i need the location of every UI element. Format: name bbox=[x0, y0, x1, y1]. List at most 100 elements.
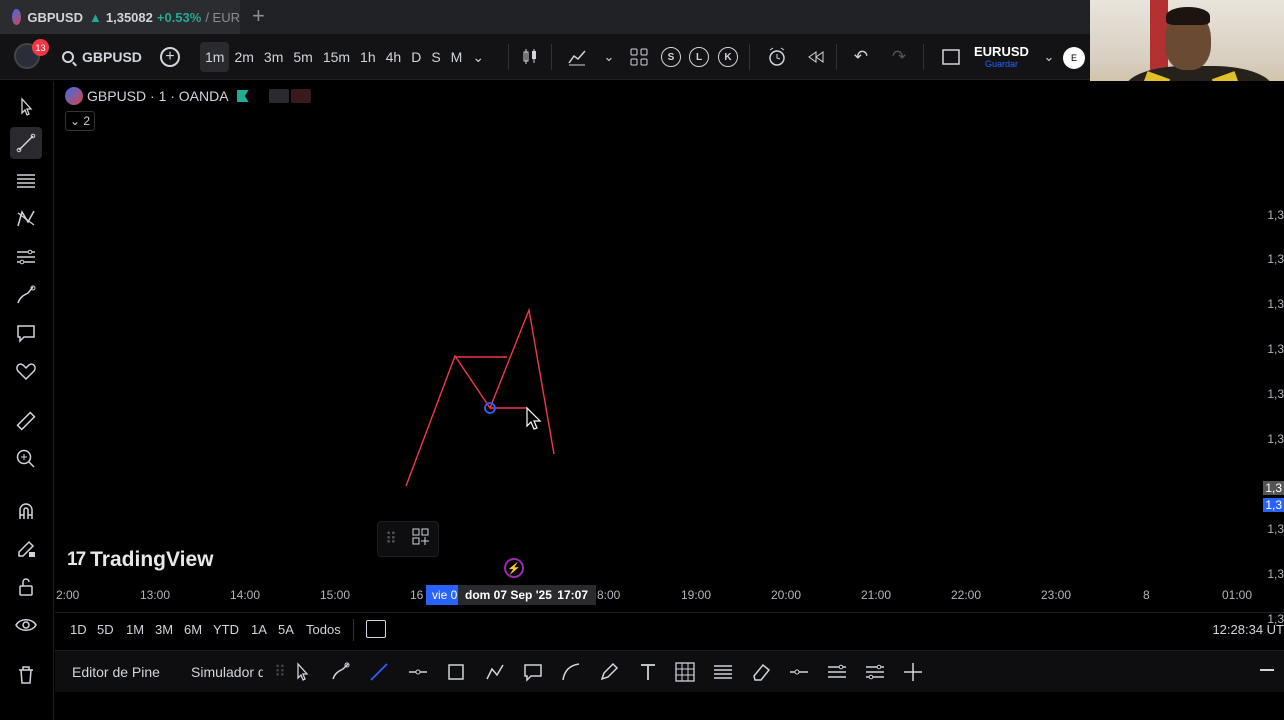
crosshair-icon[interactable] bbox=[900, 659, 926, 685]
path-icon[interactable] bbox=[482, 659, 508, 685]
wave-drawing[interactable] bbox=[405, 307, 555, 487]
range-1a[interactable]: 1A bbox=[251, 622, 267, 637]
indicators-icon[interactable] bbox=[562, 42, 592, 72]
drawing-layer[interactable] bbox=[55, 81, 1255, 611]
time-axis[interactable]: 2:00 13:00 14:00 15:00 16 8:00 19:00 20:… bbox=[55, 582, 1284, 608]
pen-icon[interactable] bbox=[596, 659, 622, 685]
range-all[interactable]: Todos bbox=[306, 622, 341, 637]
interval-d[interactable]: D bbox=[406, 42, 426, 72]
range-1m[interactable]: 1M bbox=[126, 622, 144, 637]
ruler-icon[interactable] bbox=[10, 405, 42, 437]
legend-title: GBPUSD · 1 · OANDA bbox=[87, 88, 229, 104]
replay-icon[interactable] bbox=[801, 42, 831, 72]
templates-icon[interactable] bbox=[624, 42, 654, 72]
chevron-down-icon[interactable]: ⌄ bbox=[594, 42, 624, 72]
undo-icon[interactable]: ↶ bbox=[846, 42, 876, 72]
tab-strategy-tester[interactable]: Simulador d bbox=[191, 664, 263, 680]
symbol-search-button[interactable]: GBPUSD bbox=[62, 42, 142, 72]
layout-name-button[interactable]: EURUSD Guardar bbox=[974, 44, 1029, 69]
arc-icon[interactable] bbox=[558, 659, 584, 685]
horizontal-line-icon[interactable] bbox=[405, 659, 431, 685]
button-l[interactable]: L bbox=[689, 47, 709, 67]
text-icon[interactable] bbox=[635, 659, 661, 685]
eraser-icon[interactable] bbox=[748, 659, 774, 685]
chevron-down-icon[interactable]: ⌄ bbox=[467, 42, 489, 72]
redo-icon[interactable]: ↷ bbox=[884, 42, 914, 72]
search-icon bbox=[62, 51, 74, 63]
symbol-label: GBPUSD bbox=[82, 49, 142, 65]
trash-icon[interactable] bbox=[10, 659, 42, 691]
time-tick: 8 bbox=[1143, 588, 1150, 602]
interval-2m[interactable]: 2m bbox=[229, 42, 258, 72]
fib-icon[interactable] bbox=[710, 659, 736, 685]
text-note-icon[interactable] bbox=[10, 317, 42, 349]
lightning-icon[interactable]: ⚡ bbox=[504, 558, 524, 578]
trendline-icon[interactable] bbox=[366, 659, 392, 685]
layout-icon[interactable] bbox=[936, 42, 966, 72]
drag-handle-icon[interactable]: ⠿ bbox=[385, 529, 397, 549]
time-crosshair-label: dom 07 Sep '25 17:07 bbox=[458, 585, 596, 605]
lock-icon[interactable] bbox=[10, 571, 42, 603]
price-tick: 1,3 bbox=[1267, 522, 1284, 536]
parallel-channel-icon[interactable] bbox=[824, 659, 850, 685]
price-scale[interactable]: 1,3 1,3 1,3 1,3 1,3 1,3 1,3 1,3 1,3 1,3 … bbox=[1254, 201, 1284, 641]
new-tab-button[interactable]: + bbox=[252, 5, 265, 27]
calendar-icon[interactable] bbox=[366, 620, 386, 638]
trendline-icon[interactable] bbox=[10, 127, 42, 159]
mouse-cursor-icon bbox=[526, 406, 542, 430]
range-5a[interactable]: 5A bbox=[278, 622, 294, 637]
eye-icon[interactable] bbox=[10, 609, 42, 641]
time-tick: 2:00 bbox=[56, 588, 80, 602]
legend-action-button[interactable] bbox=[290, 89, 311, 103]
layout-save-status: Guardar bbox=[984, 59, 1018, 69]
interval-s[interactable]: S bbox=[426, 42, 445, 72]
pattern-icon[interactable] bbox=[10, 203, 42, 235]
candles-icon[interactable] bbox=[515, 42, 545, 72]
horizontal-ray-icon[interactable] bbox=[786, 659, 812, 685]
button-k[interactable]: K bbox=[718, 47, 738, 67]
chart-legend[interactable]: GBPUSD · 1 · OANDA bbox=[65, 87, 311, 105]
cursor-icon[interactable] bbox=[289, 659, 315, 685]
compare-symbol-button[interactable]: + bbox=[160, 47, 180, 67]
add-tool-icon[interactable] bbox=[411, 527, 431, 552]
brush-icon[interactable] bbox=[10, 279, 42, 311]
magnet-icon[interactable] bbox=[10, 495, 42, 527]
chevron-down-icon[interactable]: ⌄ bbox=[1034, 42, 1064, 72]
interval-4h[interactable]: 4h bbox=[381, 42, 407, 72]
interval-m[interactable]: M bbox=[446, 42, 468, 72]
text-note-icon[interactable] bbox=[520, 659, 546, 685]
range-5d[interactable]: 5D bbox=[97, 622, 114, 637]
time-tick: 14:00 bbox=[230, 588, 261, 602]
heart-icon[interactable] bbox=[10, 355, 42, 387]
cursor-icon[interactable] bbox=[10, 91, 42, 123]
floating-toolbar: ⠿ bbox=[377, 521, 439, 557]
zoom-icon[interactable] bbox=[10, 443, 42, 475]
table-icon[interactable] bbox=[672, 659, 698, 685]
browser-tab[interactable]: GBPUSD ▲ 1,35082 +0.53% / EUR bbox=[0, 0, 240, 34]
rectangle-icon[interactable] bbox=[443, 659, 469, 685]
range-6m[interactable]: 6M bbox=[184, 622, 202, 637]
legend-action-button[interactable] bbox=[268, 89, 289, 103]
interval-1m[interactable]: 1m bbox=[200, 42, 230, 72]
range-ytd[interactable]: YTD bbox=[213, 622, 239, 637]
button-s[interactable]: S bbox=[661, 47, 681, 67]
interval-3m[interactable]: 3m bbox=[259, 42, 288, 72]
interval-1h[interactable]: 1h bbox=[355, 42, 381, 72]
interval-15m[interactable]: 15m bbox=[318, 42, 355, 72]
fib-icon[interactable] bbox=[10, 165, 42, 197]
user-menu-button[interactable]: E bbox=[1063, 47, 1085, 69]
interval-5m[interactable]: 5m bbox=[288, 42, 317, 72]
brush-icon[interactable] bbox=[328, 659, 354, 685]
legend-collapse-button[interactable]: ⌄ 2 bbox=[65, 111, 95, 131]
chart-pane[interactable]: GBPUSD · 1 · OANDA ⌄ 2 ⠿ 17 TradingView … bbox=[55, 81, 1284, 626]
minimize-panel-button[interactable] bbox=[1260, 669, 1274, 671]
projection-icon[interactable] bbox=[10, 241, 42, 273]
range-3m[interactable]: 3M bbox=[155, 622, 173, 637]
tab-pine-editor[interactable]: Editor de Pine bbox=[72, 664, 160, 680]
divider bbox=[923, 44, 924, 70]
projection-icon[interactable] bbox=[862, 659, 888, 685]
range-1d[interactable]: 1D bbox=[70, 622, 87, 637]
alert-clock-icon[interactable] bbox=[762, 42, 792, 72]
lock-pencil-icon[interactable] bbox=[10, 533, 42, 565]
watermark-text: TradingView bbox=[90, 548, 214, 571]
